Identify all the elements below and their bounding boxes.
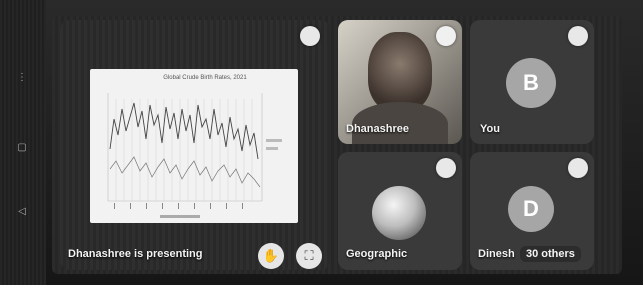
meeting-screen: Global Crude Birth Rates, 2021 Dhanashre… [52, 16, 622, 274]
back-icon[interactable]: ◁ [16, 206, 28, 218]
pin-icon[interactable] [568, 158, 588, 178]
participant-tile-you[interactable]: B You [470, 20, 594, 144]
avatar: B [506, 58, 556, 108]
participant-name: Geographic [346, 248, 408, 260]
pin-icon[interactable] [300, 26, 320, 46]
square-icon[interactable]: ▢ [16, 142, 28, 154]
participant-name: Dinesh [478, 248, 515, 260]
side-strip: ⋮ ▢ ◁ [0, 0, 46, 285]
slide-chart-grid [107, 93, 263, 202]
participant-name: You [480, 123, 500, 135]
participant-video [368, 32, 432, 112]
slide-tick-marks [114, 203, 243, 209]
others-count-badge[interactable]: 30 others [520, 246, 581, 262]
participant-tile-geographic[interactable]: Geographic [338, 152, 462, 270]
participant-name: Dhanashree [346, 123, 409, 135]
audio-wave-icon [436, 26, 456, 46]
slide-axis-caption [160, 215, 200, 218]
pin-icon[interactable] [436, 158, 456, 178]
avatar: D [508, 186, 554, 232]
participant-tile-dinesh[interactable]: D Dinesh 30 others [470, 152, 594, 270]
slide-line-chart [107, 93, 282, 218]
presenting-label: Dhanashree is presenting [68, 248, 203, 260]
menu-dots-icon[interactable]: ⋮ [16, 72, 28, 84]
hand-raise-icon[interactable]: ✋ [258, 243, 284, 269]
presentation-tile[interactable]: Global Crude Birth Rates, 2021 Dhanashre… [60, 20, 330, 270]
participant-tile-dhanashree[interactable]: Dhanashree [338, 20, 462, 144]
pin-icon[interactable] [568, 26, 588, 46]
participant-photo [372, 186, 426, 240]
shared-slide: Global Crude Birth Rates, 2021 [90, 69, 298, 223]
fullscreen-icon[interactable]: ⛶ [296, 243, 322, 269]
